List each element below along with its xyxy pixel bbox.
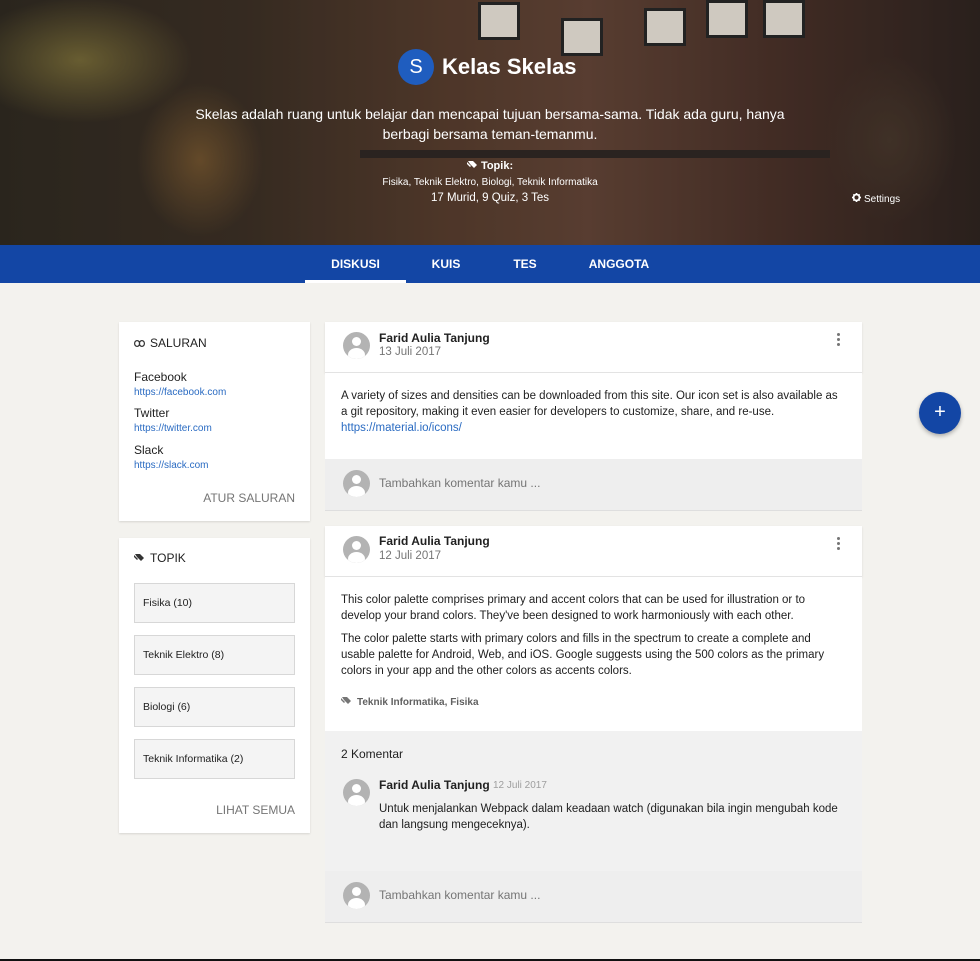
comment-author[interactable]: Farid Aulia Tanjung [379, 778, 490, 792]
channel-name: Facebook [134, 370, 187, 384]
post-header: Farid Aulia Tanjung 12 Juli 2017 [325, 526, 862, 577]
user-avatar-icon [343, 332, 370, 359]
gear-icon [852, 193, 861, 205]
tab-tes[interactable]: TES [500, 245, 550, 283]
tag-icon [341, 695, 352, 711]
comment-input[interactable] [379, 888, 819, 902]
comment-date: 12 Juli 2017 [493, 780, 547, 791]
channel-name: Twitter [134, 406, 170, 420]
topic-item-fisika[interactable]: Fisika (10) [134, 583, 295, 623]
topic-label: Topik: [480, 160, 514, 172]
user-avatar-icon [343, 779, 370, 806]
channel-name: Slack [134, 443, 164, 457]
channels-title: SALURAN [150, 336, 207, 350]
class-brand: S Kelas Skelas [398, 49, 577, 85]
post-tag[interactable]: Teknik Informatika [357, 697, 445, 708]
tab-diskusi[interactable]: DISKUSI [305, 245, 406, 283]
channels-card: SALURAN Facebook https://facebook.com Tw… [119, 322, 310, 521]
comment-bar [325, 459, 862, 511]
topic-item-teknik-elektro[interactable]: Teknik Elektro (8) [134, 635, 295, 675]
comments-count: 2 Komentar [341, 747, 404, 761]
comments-section: 2 Komentar Farid Aulia Tanjung 12 Juli 2… [325, 731, 862, 871]
link-icon [134, 336, 146, 350]
user-avatar-icon [343, 882, 370, 909]
class-avatar: S [398, 49, 434, 85]
topics-card: TOPIK Fisika (10) Teknik Elektro (8) Bio… [119, 538, 310, 833]
channel-link-twitter[interactable]: https://twitter.com [134, 423, 212, 434]
post-author[interactable]: Farid Aulia Tanjung [379, 534, 490, 548]
channels-heading: SALURAN [134, 336, 207, 350]
manage-channels-button[interactable]: ATUR SALURAN [203, 491, 295, 505]
tag-icon [466, 160, 481, 172]
tab-kuis[interactable]: KUIS [416, 245, 476, 283]
post-body: This color palette comprises primary and… [325, 577, 862, 731]
settings-label: Settings [864, 193, 901, 205]
tag-separator: , [444, 697, 448, 708]
header-content: S Kelas Skelas Skelas adalah ruang untuk… [0, 0, 980, 245]
channel-link-slack[interactable]: https://slack.com [134, 460, 208, 471]
topic-heading: Topik: [0, 160, 980, 172]
comment-text: Untuk menjalankan Webpack dalam keadaan … [379, 803, 838, 831]
more-vert-icon[interactable] [835, 333, 841, 346]
tab-bar: DISKUSI KUIS TES ANGGOTA [0, 245, 980, 283]
topics-heading: TOPIK [134, 551, 186, 565]
post-date: 13 Juli 2017 [379, 346, 442, 358]
post-paragraph: This color palette comprises primary and… [341, 594, 806, 622]
class-description: Skelas adalah ruang untuk belajar dan me… [195, 106, 785, 142]
post-paragraph: The color palette starts with primary co… [341, 633, 825, 677]
topics-title: TOPIK [150, 551, 186, 565]
post-header: Farid Aulia Tanjung 13 Juli 2017 [325, 322, 862, 373]
topic-item-teknik-informatika[interactable]: Teknik Informatika (2) [134, 739, 295, 779]
more-vert-icon[interactable] [835, 537, 841, 550]
page-title: Kelas Skelas [442, 54, 577, 79]
post-date: 12 Juli 2017 [379, 550, 442, 562]
user-avatar-icon [343, 470, 370, 497]
topic-item-biologi[interactable]: Biologi (6) [134, 687, 295, 727]
post-text: A variety of sizes and densities can be … [341, 390, 838, 418]
post-author[interactable]: Farid Aulia Tanjung [379, 331, 490, 345]
post-tags: Teknik Informatika, Fisika [341, 695, 479, 711]
class-header: S Kelas Skelas Skelas adalah ruang untuk… [0, 0, 980, 245]
see-all-topics-button[interactable]: LIHAT SEMUA [216, 803, 295, 817]
comment-input[interactable] [379, 476, 819, 490]
tab-anggota[interactable]: ANGGOTA [579, 245, 659, 283]
add-post-button[interactable]: + [919, 392, 961, 434]
post-link[interactable]: https://material.io/icons/ [341, 422, 462, 434]
post-tag[interactable]: Fisika [450, 697, 478, 708]
user-avatar-icon [343, 536, 370, 563]
tag-icon [134, 551, 145, 565]
settings-button[interactable]: Settings [852, 193, 900, 205]
class-stats: 17 Murid, 9 Quiz, 3 Tes [430, 192, 550, 204]
post-body: A variety of sizes and densities can be … [325, 373, 862, 459]
comment-bar [325, 871, 862, 923]
channel-link-facebook[interactable]: https://facebook.com [134, 387, 226, 398]
topic-list: Fisika, Teknik Elektro, Biologi, Teknik … [382, 177, 598, 188]
